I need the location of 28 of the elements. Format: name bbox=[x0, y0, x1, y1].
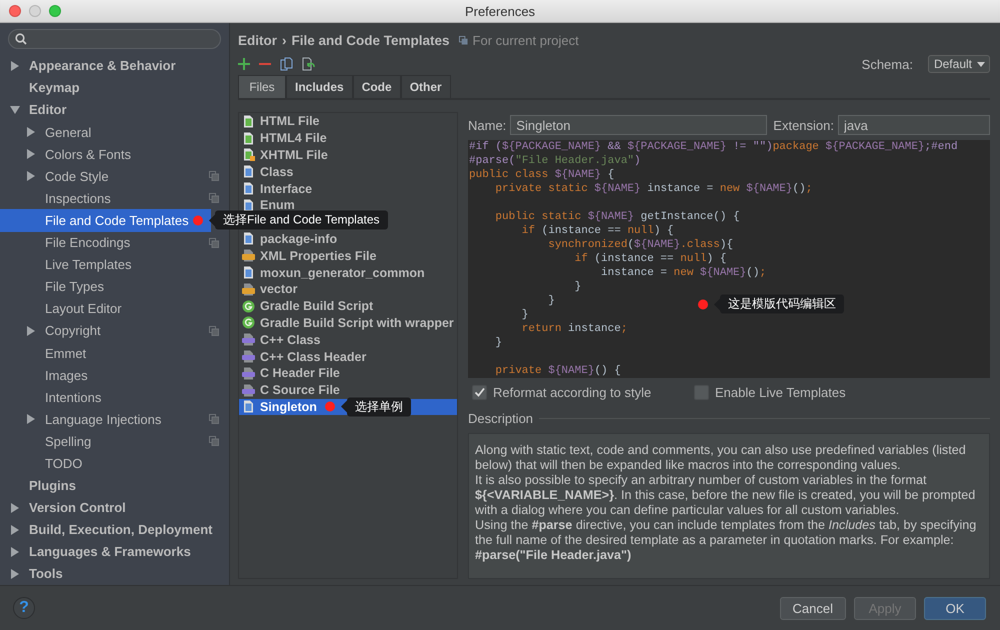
name-label: Name: bbox=[468, 118, 506, 132]
description-text: It is also possible to specify an arbitrary number of custom variables in the format ${<VARIABLE_NAME>}. In this case, before the new file is created, you will be prompted with a dialog where you can define particular values for all custom variables. bbox=[475, 473, 976, 518]
code-line: } bbox=[520, 309, 528, 323]
code-line: } bbox=[547, 295, 555, 309]
code-line: } bbox=[574, 281, 582, 295]
page-title: File and Code Templates bbox=[292, 32, 450, 48]
schema-label: Schema: bbox=[862, 56, 913, 72]
code-line: if (instance == null) { bbox=[520, 225, 674, 239]
scope-label: For current project bbox=[472, 32, 579, 48]
breadcrumb-separator: › bbox=[282, 32, 286, 48]
description-text: #parse("File Header.java") bbox=[475, 548, 632, 563]
section-title: Description bbox=[468, 410, 534, 426]
code-line: return instance; bbox=[520, 323, 628, 337]
code-line: synchronized(${NAME}.class){ bbox=[547, 239, 734, 253]
code-line: private ${NAME}() { bbox=[494, 364, 621, 378]
window-title: Preferences bbox=[464, 4, 536, 18]
code-line: #parse("File Header.java") bbox=[469, 155, 641, 169]
code-line: private static ${NAME} instance = new ${NAME}(); bbox=[494, 183, 812, 197]
code-line: #if (${PACKAGE_NAME} && ${PACKAGE_NAME} != "")package ${PACKAGE_NAME};#end bbox=[469, 141, 958, 155]
description-text: Using the #parse directive, you can include templates from the Includes tab, by specifying the full name of the desired template as a parameter in quotation marks. For example: bbox=[475, 518, 978, 548]
code-line: if (instance == null) { bbox=[574, 253, 726, 267]
code-line: public static ${NAME} getInstance() { bbox=[494, 210, 740, 225]
code-line: public class ${NAME} { bbox=[469, 169, 614, 183]
breadcrumb-item: Editor bbox=[238, 32, 277, 48]
description-text: Along with static text, code and comments, you can also use predefined variables (listed below) that will then be expanded like macros into the corresponding values. bbox=[475, 443, 967, 473]
code-line: instance = new ${NAME}(); bbox=[600, 267, 766, 281]
extension-label: Extension: bbox=[773, 118, 834, 132]
code-line: } bbox=[494, 337, 502, 351]
